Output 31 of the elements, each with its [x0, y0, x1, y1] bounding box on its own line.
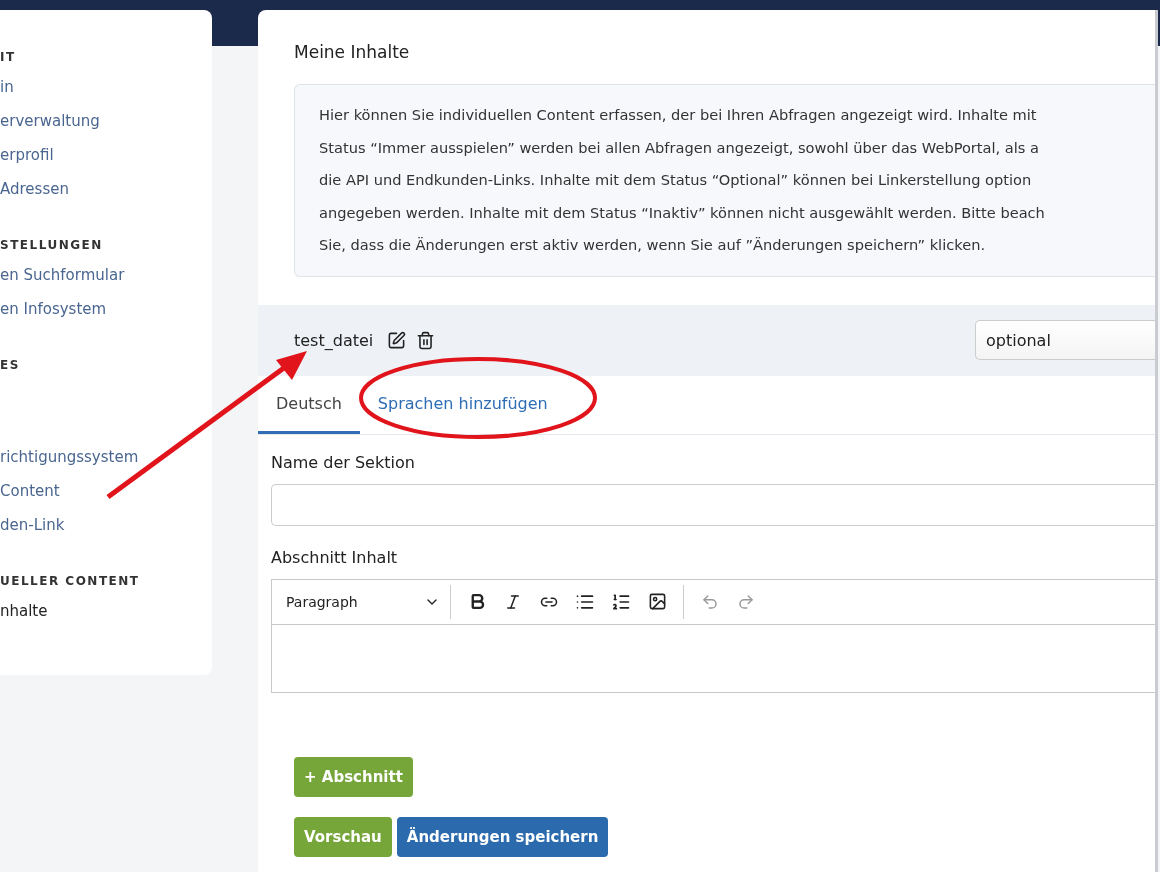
- sidebar-item[interactable]: Adressen: [0, 180, 212, 214]
- sidebar-heading: ES: [0, 358, 21, 372]
- sidebar-item[interactable]: den-Link: [0, 516, 212, 550]
- info-text: Sie, dass die Änderungen erst aktiv werden, wenn Sie auf ”Änderungen speichern” klicken.: [319, 235, 987, 255]
- info-text: Hier können Sie individuellen Content erfassen, der bei Ihren Abfragen angezeigt wird. Inhalte mit: [319, 105, 1038, 125]
- sidebar-item[interactable]: erverwaltung: [0, 112, 212, 146]
- status-select[interactable]: optional: [975, 320, 1155, 360]
- sidebar-item[interactable]: nhalte: [0, 602, 212, 636]
- input-field[interactable]: [271, 483, 1155, 526]
- field-label: Abschnitt Inhalt: [271, 547, 399, 567]
- language-tab[interactable]: Sprachen hinzufügen: [359, 375, 566, 434]
- edit-icon[interactable]: [387, 330, 407, 350]
- sidebar-item[interactable]: erprofil: [0, 146, 212, 180]
- info-text: die API und Endkunden-Links. Inhalte mit dem Status “Optional” können bei Linkerstellung option: [319, 170, 1033, 190]
- rich-text-editor[interactable]: Paragraph: [271, 578, 1155, 693]
- save-button[interactable]: Änderungen speichern: [396, 816, 609, 857]
- format-dropdown[interactable]: Paragraph: [286, 593, 440, 610]
- trash-icon[interactable]: [416, 330, 436, 350]
- sidebar-item[interactable]: in: [0, 78, 212, 112]
- sidebar-item[interactable]: Content: [0, 482, 212, 516]
- sidebar-heading: IT: [0, 50, 17, 64]
- sidebar-item[interactable]: en Infosystem: [0, 300, 212, 334]
- section-name: test_datei: [294, 330, 374, 350]
- info-text: Status “Immer ausspielen” werden bei allen Abfragen angezeigt, sowohl über das WebPortal, als a: [319, 137, 1041, 158]
- sidebar-heading: UELLER CONTENT: [0, 574, 141, 588]
- field-label: Name der Sektion: [271, 452, 416, 472]
- page-title: Meine Inhalte: [293, 41, 411, 64]
- sidebar-heading: STELLUNGEN: [0, 238, 104, 252]
- sidebar-item[interactable]: en Suchformular: [0, 266, 212, 300]
- sidebar-item[interactable]: richtigungssystem: [0, 448, 212, 482]
- info-text: angegeben werden. Inhalte mit dem Status “Inaktiv” können nicht ausgewählt werden. Bitte beach: [319, 202, 1046, 223]
